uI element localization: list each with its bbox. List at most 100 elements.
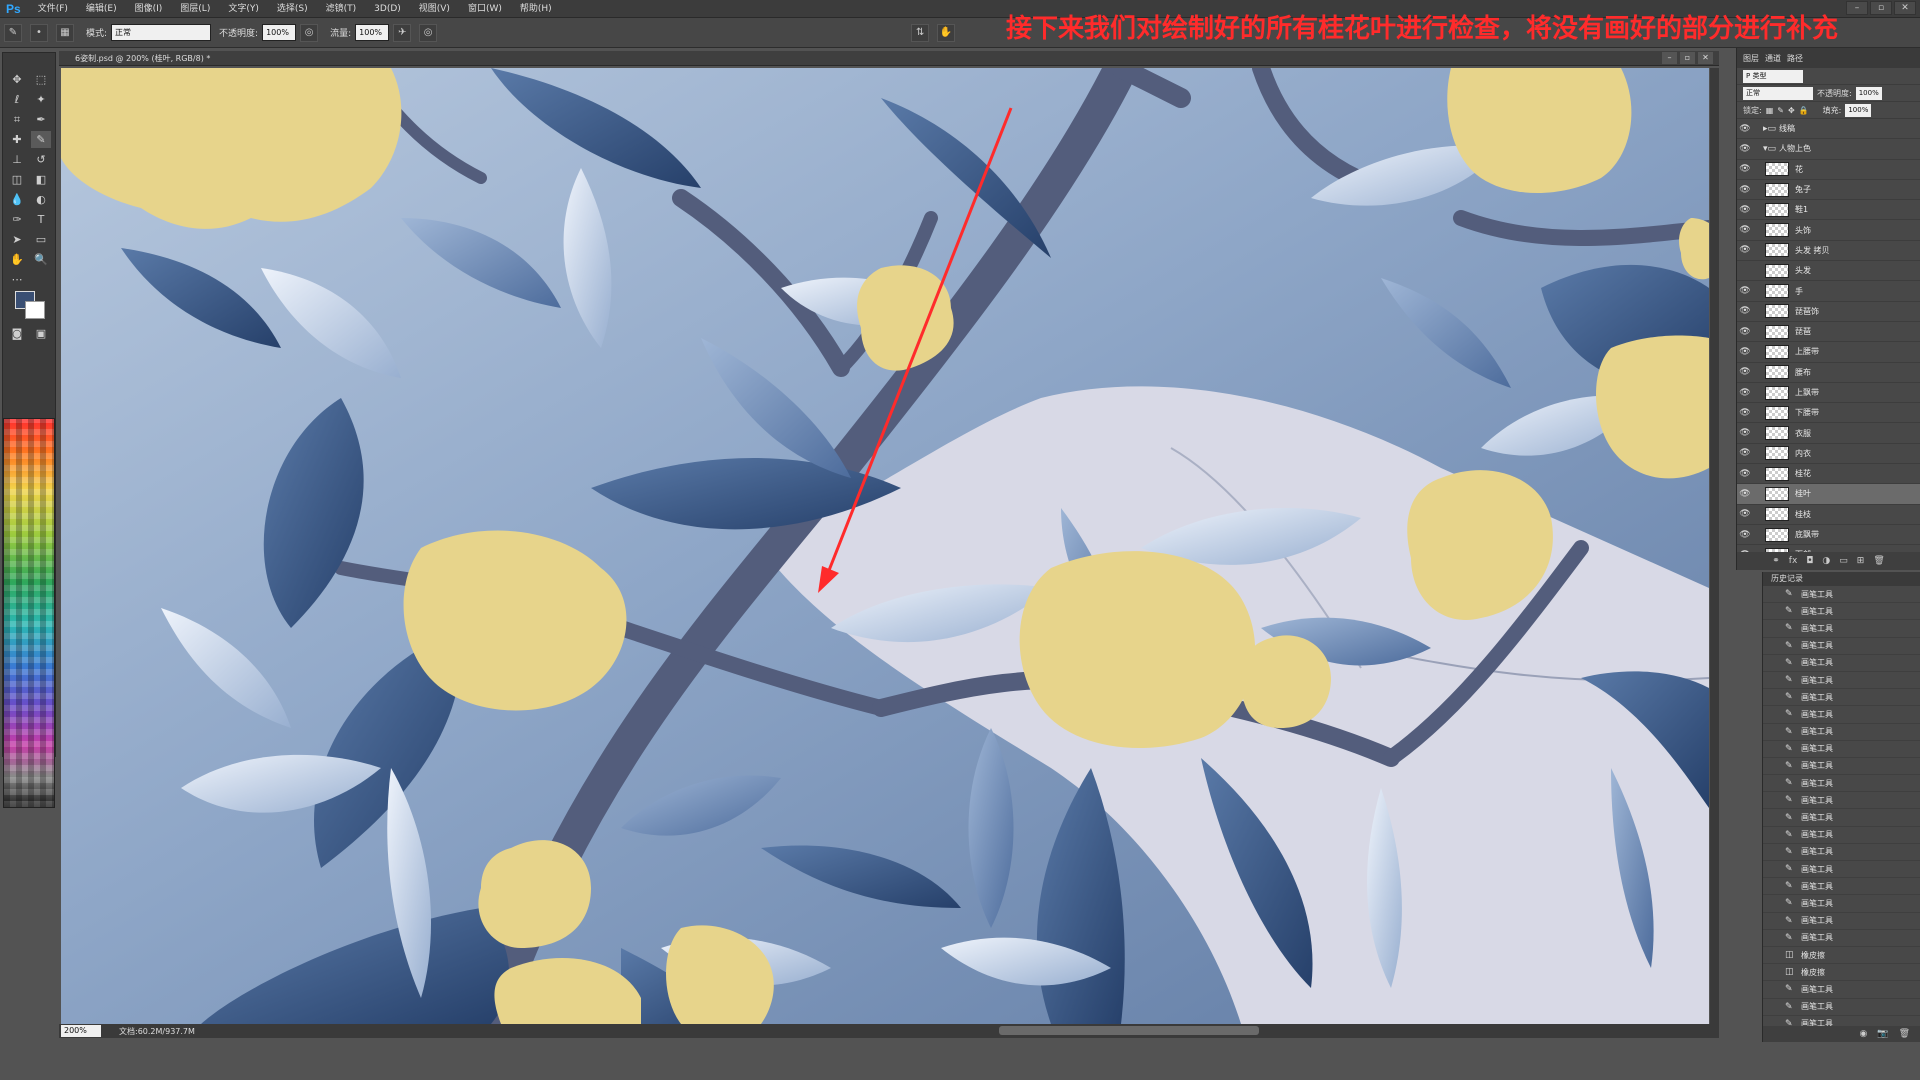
document-info[interactable]: 文档:60.2M/937.7M — [119, 1026, 195, 1037]
history-item[interactable]: ✎ 画笔工具 — [1763, 999, 1920, 1016]
eye-icon[interactable]: 👁 — [1737, 388, 1753, 398]
move-tool-icon[interactable]: ✥ — [7, 71, 27, 88]
layer-row[interactable]: 头发 — [1737, 261, 1920, 282]
background-color[interactable] — [25, 301, 45, 319]
history-title[interactable]: 历史记录 — [1763, 572, 1920, 586]
healing-brush-icon[interactable]: ✚ — [7, 131, 27, 148]
menu-view[interactable]: 视图(V) — [410, 0, 459, 18]
document-canvas[interactable] — [61, 68, 1709, 1024]
menu-window[interactable]: 窗口(W) — [459, 0, 511, 18]
brush-tool-icon[interactable]: ✎ — [31, 131, 51, 148]
layer-row-active[interactable]: 👁 桂叶 — [1737, 484, 1920, 505]
more-tools-icon[interactable]: ⋯ — [7, 271, 27, 288]
history-item[interactable]: ✎ 画笔工具 — [1763, 603, 1920, 621]
layer-group-row[interactable]: 👁 ▾▭ 人物上色 — [1737, 139, 1920, 160]
layer-kind-filter[interactable]: P 类型 — [1743, 69, 1803, 83]
mask-icon[interactable]: ◘ — [1806, 556, 1813, 566]
gradient-icon[interactable]: ◧ — [31, 171, 51, 188]
pressure-size-icon[interactable]: ◎ — [419, 23, 438, 42]
maximize-icon[interactable]: ▫ — [1870, 1, 1892, 15]
history-item[interactable]: ✎ 画笔工具 — [1763, 689, 1920, 707]
new-layer-icon[interactable]: ⊞ — [1857, 556, 1865, 566]
magic-wand-icon[interactable]: ✦ — [31, 91, 51, 108]
eye-icon[interactable]: 👁 — [1737, 347, 1753, 357]
camera-icon[interactable]: 📷 — [1877, 1029, 1888, 1039]
eye-icon[interactable]: 👁 — [1737, 225, 1753, 235]
history-item[interactable]: ✎ 画笔工具 — [1763, 775, 1920, 793]
history-item[interactable]: ✎ 画笔工具 — [1763, 724, 1920, 741]
layer-row[interactable]: 👁 琵琶饰 — [1737, 302, 1920, 322]
eraser-icon[interactable]: ◫ — [7, 171, 27, 188]
tab-paths[interactable]: 路径 — [1787, 53, 1803, 64]
history-item[interactable]: ✎ 画笔工具 — [1763, 758, 1920, 776]
layer-row[interactable]: 👁 衣服 — [1737, 423, 1920, 444]
eye-icon[interactable]: 👁 — [1737, 509, 1753, 519]
history-item[interactable]: ✎ 画笔工具 — [1763, 878, 1920, 896]
layer-row[interactable]: 👁 鞋1 — [1737, 200, 1920, 221]
marquee-tool-icon[interactable]: ⬚ — [31, 71, 51, 88]
history-item[interactable]: ✎ 画笔工具 — [1763, 861, 1920, 879]
crop-tool-icon[interactable]: ⌗ — [7, 111, 27, 128]
close-icon[interactable]: ✕ — [1894, 1, 1916, 15]
eye-icon[interactable]: 👁 — [1737, 306, 1753, 316]
zoom-tool-icon[interactable]: 🔍 — [31, 251, 51, 268]
eye-icon[interactable]: 👁 — [1737, 469, 1753, 479]
fill-input[interactable]: 100% — [1845, 103, 1872, 117]
layer-row[interactable]: 👁 腰布 — [1737, 363, 1920, 383]
layer-row[interactable]: 👁 花 — [1737, 160, 1920, 180]
history-item[interactable]: ✎ 画笔工具 — [1763, 741, 1920, 758]
dodge-tool-icon[interactable]: ◐ — [31, 191, 51, 208]
menu-layer[interactable]: 图层(L) — [171, 0, 219, 18]
eye-icon[interactable]: 👁 — [1737, 144, 1753, 154]
lasso-tool-icon[interactable]: ℓ — [7, 91, 27, 108]
eye-icon[interactable]: 👁 — [1737, 124, 1753, 134]
history-item[interactable]: ✎ 画笔工具 — [1763, 981, 1920, 999]
layer-row[interactable]: 👁 头发 拷贝 — [1737, 241, 1920, 262]
link-icon[interactable]: ⚭ — [1772, 556, 1780, 566]
canvas-horizontal-scrollbar[interactable] — [999, 1026, 1259, 1035]
layer-row[interactable]: 👁 下腰带 — [1737, 403, 1920, 424]
opacity-input[interactable]: 100% — [262, 24, 297, 41]
layer-row[interactable]: 👁 手 — [1737, 281, 1920, 302]
lock-position-icon[interactable]: ✥ — [1788, 106, 1795, 115]
document-tab[interactable]: 6姿制.psd @ 200% (桂叶, RGB/8) * – ▫ ✕ — [59, 51, 1719, 66]
history-brush-icon[interactable]: ↺ — [31, 151, 51, 168]
tab-layers[interactable]: 图层 — [1743, 53, 1759, 64]
brush-panel-icon[interactable]: ▦ — [56, 23, 74, 42]
eye-icon[interactable]: 👁 — [1737, 530, 1753, 540]
layer-row[interactable]: 👁 桂枝 — [1737, 505, 1920, 525]
eyedropper-icon[interactable]: ✒ — [31, 111, 51, 128]
minimize-icon[interactable]: – — [1846, 1, 1868, 15]
canvas-vertical-scrollbar[interactable] — [1710, 68, 1719, 1024]
eye-icon[interactable]: 👁 — [1737, 327, 1753, 337]
layer-row[interactable]: 👁 内衣 — [1737, 444, 1920, 465]
eye-icon[interactable]: 👁 — [1737, 286, 1753, 296]
shape-tool-icon[interactable]: ▭ — [31, 231, 51, 248]
layer-row[interactable]: 👁 上飘带 — [1737, 383, 1920, 404]
color-swatches[interactable] — [3, 418, 55, 808]
eye-icon[interactable]: 👁 — [1737, 448, 1753, 458]
delete-state-icon[interactable]: 🗑 — [1899, 1029, 1910, 1039]
menu-type[interactable]: 文字(Y) — [219, 0, 268, 18]
flow-input[interactable]: 100% — [355, 24, 390, 41]
layer-opacity-input[interactable]: 100% — [1855, 86, 1882, 100]
history-item[interactable]: ✎ 画笔工具 — [1763, 706, 1920, 724]
brush-size-picker-icon[interactable]: • — [30, 23, 48, 42]
airbrush-icon[interactable]: ✈ — [393, 23, 412, 42]
lock-transparent-icon[interactable]: ▦ — [1766, 106, 1774, 115]
eye-icon[interactable]: 👁 — [1737, 245, 1753, 255]
zoom-level-field[interactable]: 200% — [61, 1025, 101, 1037]
history-item[interactable]: ✎ 画笔工具 — [1763, 895, 1920, 913]
group-icon[interactable]: ▭ — [1839, 556, 1848, 566]
tab-channels[interactable]: 通道 — [1765, 53, 1781, 64]
pen-tool-icon[interactable]: ✑ — [7, 211, 27, 228]
layer-row[interactable]: 👁 兔子 — [1737, 180, 1920, 201]
menu-image[interactable]: 图像(I) — [126, 0, 172, 18]
layer-row[interactable]: 👁 底飘带 — [1737, 525, 1920, 546]
workspace-icon[interactable]: ⇅ — [911, 23, 930, 42]
eye-icon[interactable]: 👁 — [1737, 205, 1753, 215]
mode-select[interactable]: 正常 — [111, 24, 212, 41]
menu-filter[interactable]: 滤镜(T) — [317, 0, 366, 18]
eye-icon[interactable]: 👁 — [1737, 367, 1753, 377]
history-item[interactable]: ✎ 画笔工具 — [1763, 620, 1920, 638]
